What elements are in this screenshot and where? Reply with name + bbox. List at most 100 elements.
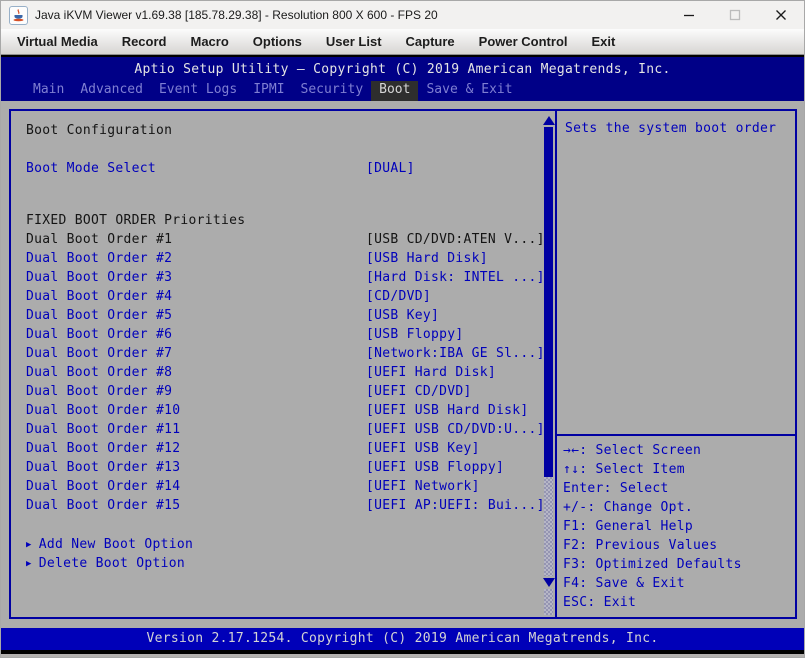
bios-body: Boot Configuration Boot Mode Select [DUA… xyxy=(1,101,804,628)
bottom-gray-strip xyxy=(1,654,804,658)
tab-save-exit[interactable]: Save & Exit xyxy=(418,81,520,101)
boot-order-value: [CD/DVD] xyxy=(366,287,431,306)
boot-order-label: Dual Boot Order #13 xyxy=(26,460,180,475)
maximize-button[interactable] xyxy=(712,1,758,29)
menu-exit[interactable]: Exit xyxy=(580,34,628,49)
menu-user-list[interactable]: User List xyxy=(314,34,394,49)
menu-power-control[interactable]: Power Control xyxy=(467,34,580,49)
add-new-boot-option-label: Add New Boot Option xyxy=(39,537,193,552)
scroll-down-icon[interactable] xyxy=(543,578,555,587)
hotkey-f4: F4: Save & Exit xyxy=(563,574,795,593)
menu-options[interactable]: Options xyxy=(241,34,314,49)
boot-order-row-14[interactable]: Dual Boot Order #14 [UEFI Network] xyxy=(11,477,555,496)
content-box: Boot Configuration Boot Mode Select [DUA… xyxy=(9,109,797,619)
scrollbar-track[interactable] xyxy=(544,477,553,576)
hotkey-legend: →←: Select Screen ↑↓: Select Item Enter:… xyxy=(557,436,795,612)
boot-order-value: [UEFI USB CD/DVD:U...] xyxy=(366,420,545,439)
boot-order-label: Dual Boot Order #12 xyxy=(26,441,180,456)
boot-order-row-7[interactable]: Dual Boot Order #7 [Network:IBA GE Sl...… xyxy=(11,344,555,363)
boot-order-label: Dual Boot Order #4 xyxy=(26,289,172,304)
boot-order-value: [UEFI AP:UEFI: Bui...] xyxy=(366,496,545,515)
scrollbar-track[interactable] xyxy=(544,589,553,615)
window-controls xyxy=(666,1,804,29)
boot-order-row-6[interactable]: Dual Boot Order #6 [USB Floppy] xyxy=(11,325,555,344)
boot-order-label: Dual Boot Order #14 xyxy=(26,479,180,494)
boot-order-row-5[interactable]: Dual Boot Order #5 [USB Key] xyxy=(11,306,555,325)
boot-order-label: Dual Boot Order #2 xyxy=(26,251,172,266)
hotkey-f2: F2: Previous Values xyxy=(563,536,795,555)
boot-order-label: Dual Boot Order #1 xyxy=(26,232,172,247)
boot-order-value: [UEFI USB Floppy] xyxy=(366,458,504,477)
boot-order-row-10[interactable]: Dual Boot Order #10 [UEFI USB Hard Disk] xyxy=(11,401,555,420)
boot-order-row-3[interactable]: Dual Boot Order #3 [Hard Disk: INTEL ...… xyxy=(11,268,555,287)
help-description: Sets the system boot order xyxy=(557,111,795,436)
boot-order-label: Dual Boot Order #11 xyxy=(26,422,180,437)
boot-order-label: Dual Boot Order #9 xyxy=(26,384,172,399)
boot-options-panel: Boot Configuration Boot Mode Select [DUA… xyxy=(11,111,555,617)
hotkey-select-screen: →←: Select Screen xyxy=(563,441,795,460)
boot-order-row-12[interactable]: Dual Boot Order #12 [UEFI USB Key] xyxy=(11,439,555,458)
boot-order-value: [USB Floppy] xyxy=(366,325,464,344)
tab-boot[interactable]: Boot xyxy=(371,81,418,101)
boot-order-label: Dual Boot Order #3 xyxy=(26,270,172,285)
boot-order-row-1[interactable]: Dual Boot Order #1 [USB CD/DVD:ATEN V...… xyxy=(11,230,555,249)
boot-order-value: [USB Key] xyxy=(366,306,439,325)
bios-tab-bar: Main Advanced Event Logs IPMI Security B… xyxy=(1,81,804,101)
tab-ipmi[interactable]: IPMI xyxy=(245,81,292,101)
tab-security[interactable]: Security xyxy=(293,81,372,101)
boot-order-label: Dual Boot Order #8 xyxy=(26,365,172,380)
scrollbar-thumb[interactable] xyxy=(544,127,553,477)
tab-main[interactable]: Main xyxy=(25,81,72,101)
menu-macro[interactable]: Macro xyxy=(178,34,240,49)
boot-order-row-2[interactable]: Dual Boot Order #2 [USB Hard Disk] xyxy=(11,249,555,268)
boot-order-row-15[interactable]: Dual Boot Order #15 [UEFI AP:UEFI: Bui..… xyxy=(11,496,555,515)
boot-order-value: [Hard Disk: INTEL ...] xyxy=(366,268,545,287)
add-new-boot-option[interactable]: ▶ Add New Boot Option xyxy=(11,535,555,554)
boot-order-row-8[interactable]: Dual Boot Order #8 [UEFI Hard Disk] xyxy=(11,363,555,382)
window-title: Java iKVM Viewer v1.69.38 [185.78.29.38]… xyxy=(35,8,438,22)
hotkey-f1: F1: General Help xyxy=(563,517,795,536)
boot-order-value: [USB CD/DVD:ATEN V...] xyxy=(366,230,545,249)
boot-order-row-13[interactable]: Dual Boot Order #13 [UEFI USB Floppy] xyxy=(11,458,555,477)
boot-mode-label: Boot Mode Select xyxy=(26,161,156,176)
help-panel: Sets the system boot order →←: Select Sc… xyxy=(555,111,795,617)
close-icon xyxy=(775,9,787,21)
boot-order-label: Dual Boot Order #10 xyxy=(26,403,180,418)
close-button[interactable] xyxy=(758,1,804,29)
delete-boot-option[interactable]: ▶ Delete Boot Option xyxy=(11,554,555,573)
hotkey-change-opt: +/-: Change Opt. xyxy=(563,498,795,517)
boot-order-row-9[interactable]: Dual Boot Order #9 [UEFI CD/DVD] xyxy=(11,382,555,401)
boot-order-value: [UEFI CD/DVD] xyxy=(366,382,472,401)
menu-capture[interactable]: Capture xyxy=(394,34,467,49)
delete-boot-option-label: Delete Boot Option xyxy=(39,556,185,571)
scroll-up-icon[interactable] xyxy=(543,116,555,125)
boot-order-value: [UEFI USB Key] xyxy=(366,439,480,458)
boot-order-row-11[interactable]: Dual Boot Order #11 [UEFI USB CD/DVD:U..… xyxy=(11,420,555,439)
menu-record[interactable]: Record xyxy=(110,34,179,49)
hotkey-f3: F3: Optimized Defaults xyxy=(563,555,795,574)
tab-advanced[interactable]: Advanced xyxy=(72,81,151,101)
boot-order-row-4[interactable]: Dual Boot Order #4 [CD/DVD] xyxy=(11,287,555,306)
submenu-arrow-icon: ▶ xyxy=(26,540,32,550)
java-icon xyxy=(9,6,28,25)
boot-order-label: Dual Boot Order #7 xyxy=(26,346,172,361)
boot-order-value: [UEFI Hard Disk] xyxy=(366,363,496,382)
boot-mode-select-row[interactable]: Boot Mode Select [DUAL] xyxy=(11,159,555,178)
hotkey-enter: Enter: Select xyxy=(563,479,795,498)
hotkey-esc: ESC: Exit xyxy=(563,593,795,612)
minimize-button[interactable] xyxy=(666,1,712,29)
bios-version-bar: Version 2.17.1254. Copyright (C) 2019 Am… xyxy=(1,628,804,650)
boot-order-label: Dual Boot Order #6 xyxy=(26,327,172,342)
boot-mode-value: [DUAL] xyxy=(366,159,415,178)
boot-order-value: [UEFI Network] xyxy=(366,477,480,496)
boot-order-label: Dual Boot Order #15 xyxy=(26,498,180,513)
boot-order-value: [USB Hard Disk] xyxy=(366,249,488,268)
bios-header: Aptio Setup Utility – Copyright (C) 2019… xyxy=(1,57,804,101)
boot-order-label: Dual Boot Order #5 xyxy=(26,308,172,323)
maximize-icon xyxy=(729,9,741,21)
scrollbar[interactable] xyxy=(542,115,555,615)
tab-event-logs[interactable]: Event Logs xyxy=(151,81,245,101)
submenu-arrow-icon: ▶ xyxy=(26,559,32,569)
bios-header-title: Aptio Setup Utility – Copyright (C) 2019… xyxy=(1,57,804,77)
menu-virtual-media[interactable]: Virtual Media xyxy=(5,34,110,49)
